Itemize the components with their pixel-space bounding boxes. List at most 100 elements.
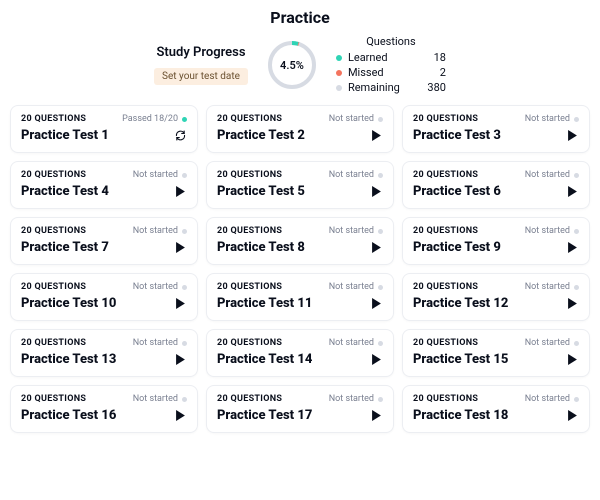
- progress-heading: Study Progress: [154, 45, 248, 60]
- play-icon[interactable]: [369, 185, 383, 199]
- card-top: 20 QUESTIONSNot started: [21, 338, 187, 348]
- question-count: 20 QUESTIONS: [217, 282, 282, 292]
- practice-test-card[interactable]: 20 QUESTIONSPassed 18/20Practice Test 1: [10, 105, 198, 153]
- question-count: 20 QUESTIONS: [413, 338, 478, 348]
- card-top: 20 QUESTIONS Not started: [21, 170, 187, 180]
- test-title: Practice Test 13: [21, 352, 116, 367]
- practice-test-card[interactable]: 20 QUESTIONSNot startedPractice Test 17: [206, 385, 394, 433]
- play-icon[interactable]: [173, 353, 187, 367]
- play-icon[interactable]: [173, 409, 187, 423]
- practice-test-card[interactable]: 20 QUESTIONS Not started Practice Test 15: [402, 329, 590, 377]
- status-dot-icon: [378, 285, 383, 290]
- card-top: 20 QUESTIONSNot started: [217, 114, 383, 124]
- play-icon[interactable]: [173, 241, 187, 255]
- play-icon[interactable]: [369, 241, 383, 255]
- status-dot-icon: [182, 173, 187, 178]
- status-text: Not started: [133, 170, 178, 180]
- practice-test-card[interactable]: 20 QUESTIONSNot startedPractice Test 6: [402, 161, 590, 209]
- practice-test-card[interactable]: 20 QUESTIONS Not started Practice Test 10: [10, 273, 198, 321]
- play-icon[interactable]: [565, 409, 579, 423]
- status-text: Not started: [525, 114, 570, 124]
- card-top: 20 QUESTIONSNot started: [413, 226, 579, 236]
- play-icon[interactable]: [369, 129, 383, 143]
- play-icon[interactable]: [565, 297, 579, 311]
- play-icon[interactable]: [173, 185, 187, 199]
- practice-test-card[interactable]: 20 QUESTIONSNot started Practice Test 13: [10, 329, 198, 377]
- card-bottom: Practice Test 16: [21, 408, 187, 423]
- status-dot-icon: [574, 173, 579, 178]
- play-icon[interactable]: [369, 297, 383, 311]
- practice-test-card[interactable]: 20 QUESTIONS Not started Practice Test 3: [402, 105, 590, 153]
- question-count: 20 QUESTIONS: [21, 282, 86, 292]
- status-dot-icon: [182, 341, 187, 346]
- test-title: Practice Test 12: [413, 296, 508, 311]
- set-test-date-button[interactable]: Set your test date: [154, 68, 248, 85]
- play-icon[interactable]: [565, 353, 579, 367]
- status-badge: Not started: [525, 114, 579, 124]
- test-title: Practice Test 2: [217, 128, 305, 143]
- status-text: Not started: [133, 338, 178, 348]
- status-dot-icon: [378, 173, 383, 178]
- practice-test-card[interactable]: 20 QUESTIONSNot startedPractice Test 14: [206, 329, 394, 377]
- practice-test-card[interactable]: 20 QUESTIONSNot started Practice Test 2: [206, 105, 394, 153]
- status-badge: Not started: [525, 338, 579, 348]
- status-badge: Not started: [329, 114, 383, 124]
- card-top: 20 QUESTIONSNot started: [21, 394, 187, 404]
- play-icon[interactable]: [369, 353, 383, 367]
- question-count: 20 QUESTIONS: [413, 170, 478, 180]
- status-dot-icon: [378, 229, 383, 234]
- status-dot-icon: [574, 397, 579, 402]
- practice-test-card[interactable]: 20 QUESTIONSNot started Practice Test 9: [402, 217, 590, 265]
- play-icon[interactable]: [173, 297, 187, 311]
- status-text: Not started: [329, 282, 374, 292]
- practice-test-card[interactable]: 20 QUESTIONSNot startedPractice Test 7: [10, 217, 198, 265]
- card-top: 20 QUESTIONSNot started: [217, 226, 383, 236]
- test-title: Practice Test 3: [413, 128, 501, 143]
- status-text: Not started: [133, 282, 178, 292]
- card-bottom: Practice Test 7: [21, 240, 187, 255]
- play-icon[interactable]: [565, 129, 579, 143]
- question-count: 20 QUESTIONS: [217, 170, 282, 180]
- status-text: Not started: [525, 226, 570, 236]
- status-dot-icon: [574, 117, 579, 122]
- practice-test-card[interactable]: 20 QUESTIONSNot started Practice Test 16: [10, 385, 198, 433]
- test-title: Practice Test 11: [217, 296, 312, 311]
- practice-test-card[interactable]: 20 QUESTIONS Not started Practice Test 11: [206, 273, 394, 321]
- practice-test-card[interactable]: 20 QUESTIONSNot startedPractice Test 12: [402, 273, 590, 321]
- card-bottom: Practice Test 15: [413, 352, 579, 367]
- card-bottom: Practice Test 4: [21, 184, 187, 199]
- practice-test-card[interactable]: 20 QUESTIONSNot startedPractice Test 5: [206, 161, 394, 209]
- status-dot-icon: [574, 341, 579, 346]
- test-title: Practice Test 10: [21, 296, 116, 311]
- status-text: Not started: [329, 114, 374, 124]
- play-icon[interactable]: [565, 241, 579, 255]
- test-title: Practice Test 9: [413, 240, 501, 255]
- question-count: 20 QUESTIONS: [21, 170, 86, 180]
- practice-test-card[interactable]: 20 QUESTIONSNot startedPractice Test 18: [402, 385, 590, 433]
- card-bottom: Practice Test 6: [413, 184, 579, 199]
- card-bottom: Practice Test 11: [217, 296, 383, 311]
- status-dot-icon: [182, 117, 187, 122]
- card-top: 20 QUESTIONSNot started: [217, 170, 383, 180]
- question-count: 20 QUESTIONS: [21, 394, 86, 404]
- practice-test-card[interactable]: 20 QUESTIONSNot startedPractice Test 8: [206, 217, 394, 265]
- practice-test-card[interactable]: 20 QUESTIONS Not started Practice Test 4: [10, 161, 198, 209]
- retry-icon[interactable]: [173, 129, 187, 143]
- question-count: 20 QUESTIONS: [413, 114, 478, 124]
- test-title: Practice Test 7: [21, 240, 109, 255]
- remaining-dot-icon: [336, 85, 342, 91]
- test-title: Practice Test 6: [413, 184, 501, 199]
- question-count: 20 QUESTIONS: [21, 226, 86, 236]
- question-count: 20 QUESTIONS: [413, 394, 478, 404]
- status-badge: Not started: [133, 282, 187, 292]
- play-icon[interactable]: [565, 185, 579, 199]
- status-text: Not started: [525, 282, 570, 292]
- legend-item-remaining: Remaining380: [336, 80, 446, 95]
- play-icon[interactable]: [369, 409, 383, 423]
- status-dot-icon: [378, 117, 383, 122]
- card-top: 20 QUESTIONSPassed 18/20: [21, 114, 187, 124]
- test-title: Practice Test 18: [413, 408, 508, 423]
- status-dot-icon: [182, 285, 187, 290]
- test-title: Practice Test 14: [217, 352, 312, 367]
- card-bottom: Practice Test 2: [217, 128, 383, 143]
